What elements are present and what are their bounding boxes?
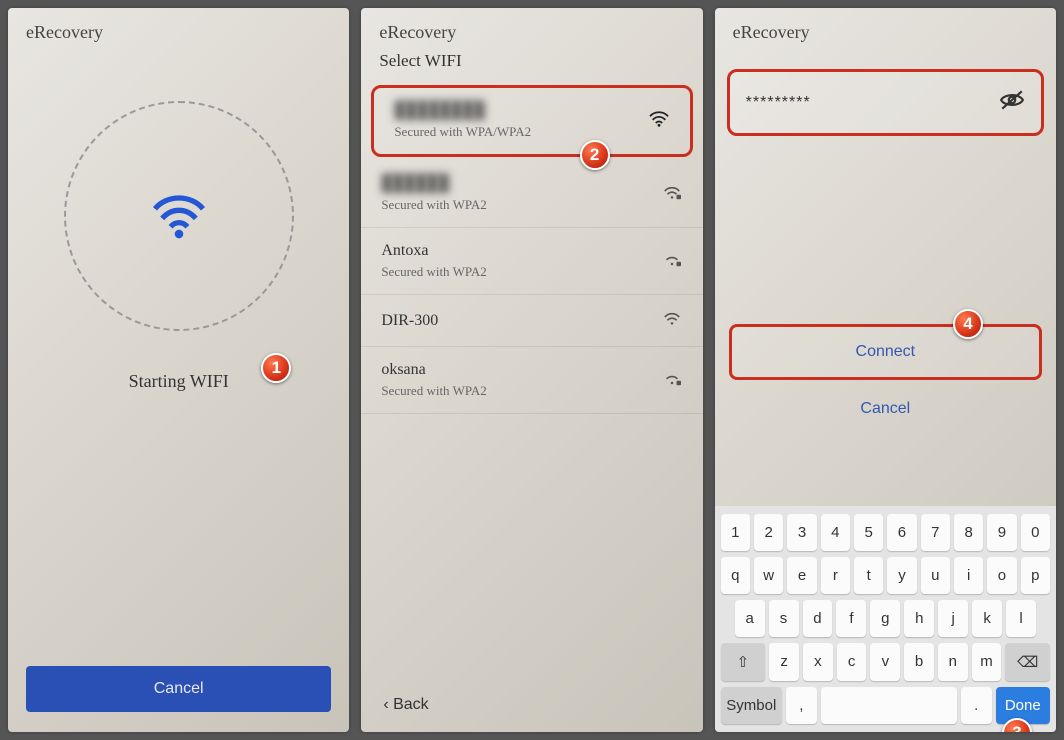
wifi-security: Secured with WPA/WPA2 [394,124,531,140]
key[interactable]: b [904,643,934,681]
step-badge-4: 4 [953,309,983,339]
key[interactable]: i [954,557,983,594]
backspace-key[interactable]: ⌫ [1005,643,1050,681]
key[interactable]: l [1006,600,1036,637]
key[interactable]: y [887,557,916,594]
key[interactable]: e [787,557,816,594]
password-input[interactable]: ********* 3 [727,69,1044,136]
starting-wifi-label: Starting WIFI [8,371,349,392]
wifi-name: ████████ [394,102,531,120]
key[interactable]: h [904,600,934,637]
panel-select-wifi: eRecovery Select WIFI ████████ Secured w… [361,8,702,732]
key[interactable]: a [735,600,765,637]
wifi-name: ██████ [381,175,486,193]
key[interactable]: p [1021,557,1050,594]
key[interactable]: m [972,643,1002,681]
key[interactable]: x [803,643,833,681]
key[interactable]: r [821,557,850,594]
key[interactable]: t [854,557,883,594]
period-key[interactable]: . [961,687,992,724]
wifi-item[interactable]: Antoxa Secured with WPA2 [361,228,702,295]
key[interactable]: u [921,557,950,594]
key[interactable]: d [803,600,833,637]
comma-key[interactable]: , [786,687,817,724]
key-row-numbers: 1 2 3 4 5 6 7 8 9 0 [721,514,1050,551]
key[interactable]: 3 [787,514,816,551]
erecovery-title: eRecovery [361,8,702,51]
key[interactable]: f [836,600,866,637]
wifi-item-selected[interactable]: ████████ Secured with WPA/WPA2 2 [371,85,692,157]
wifi-item[interactable]: oksana Secured with WPA2 [361,347,702,414]
wifi-item[interactable]: DIR-300 [361,295,702,347]
key[interactable]: 1 [721,514,750,551]
wifi-network-list: ████████ Secured with WPA/WPA2 2 ██████ … [361,81,702,414]
wifi-signal-lock-icon [661,183,683,206]
key[interactable]: 5 [854,514,883,551]
key[interactable]: c [837,643,867,681]
step-badge-2: 2 [580,140,610,170]
cancel-button[interactable]: Cancel [26,666,331,712]
symbol-key[interactable]: Symbol [721,687,782,724]
key[interactable]: 9 [987,514,1016,551]
wifi-loading-circle [64,101,294,331]
connect-button[interactable]: Connect 4 [729,324,1042,380]
wifi-security: Secured with WPA2 [381,197,486,213]
wifi-signal-icon [661,309,683,332]
visibility-off-icon[interactable] [999,90,1025,115]
wifi-name: Antoxa [381,242,486,260]
wifi-signal-lock-icon [661,250,683,273]
key[interactable]: 4 [821,514,850,551]
key[interactable]: 7 [921,514,950,551]
key[interactable]: q [721,557,750,594]
key[interactable]: w [754,557,783,594]
key[interactable]: v [870,643,900,681]
cancel-button[interactable]: Cancel [715,386,1056,432]
panel-starting-wifi: eRecovery Starting WIFI 1 Cancel [8,8,349,732]
key[interactable]: 6 [887,514,916,551]
erecovery-title: eRecovery [8,8,349,51]
key[interactable]: z [769,643,799,681]
wifi-signal-lock-icon [661,369,683,392]
key-row-bottom: Symbol , . Done [721,687,1050,724]
key[interactable]: n [938,643,968,681]
key[interactable]: j [938,600,968,637]
back-button[interactable]: ‹ Back [361,678,702,732]
key[interactable]: g [870,600,900,637]
key[interactable]: o [987,557,1016,594]
space-key[interactable] [821,687,957,724]
key[interactable]: 0 [1021,514,1050,551]
soft-keyboard: 1 2 3 4 5 6 7 8 9 0 q w e r t y u i o [715,506,1056,732]
key-row-zxcv: ⇧ z x c v b n m ⌫ [721,643,1050,681]
select-wifi-label: Select WIFI [361,51,702,81]
wifi-name: DIR-300 [381,312,438,330]
wifi-item[interactable]: ██████ Secured with WPA2 [361,161,702,228]
wifi-icon [149,192,209,240]
key-row-asdf: a s d f g h j k l [721,600,1050,637]
key-row-qwerty: q w e r t y u i o p [721,557,1050,594]
password-value: ********* [746,94,811,112]
wifi-security: Secured with WPA2 [381,383,486,399]
erecovery-title: eRecovery [715,8,1056,51]
wifi-signal-strong-icon [648,110,670,133]
wifi-name: oksana [381,361,486,379]
screenshot-triptych: eRecovery Starting WIFI 1 Cancel eRecove… [8,8,1056,732]
key[interactable]: 8 [954,514,983,551]
key[interactable]: s [769,600,799,637]
shift-key[interactable]: ⇧ [721,643,766,681]
key[interactable]: k [972,600,1002,637]
chevron-left-icon: ‹ [383,696,393,713]
panel-enter-password: eRecovery ********* 3 Connect 4 Cancel 1… [715,8,1056,732]
wifi-security: Secured with WPA2 [381,264,486,280]
key[interactable]: 2 [754,514,783,551]
